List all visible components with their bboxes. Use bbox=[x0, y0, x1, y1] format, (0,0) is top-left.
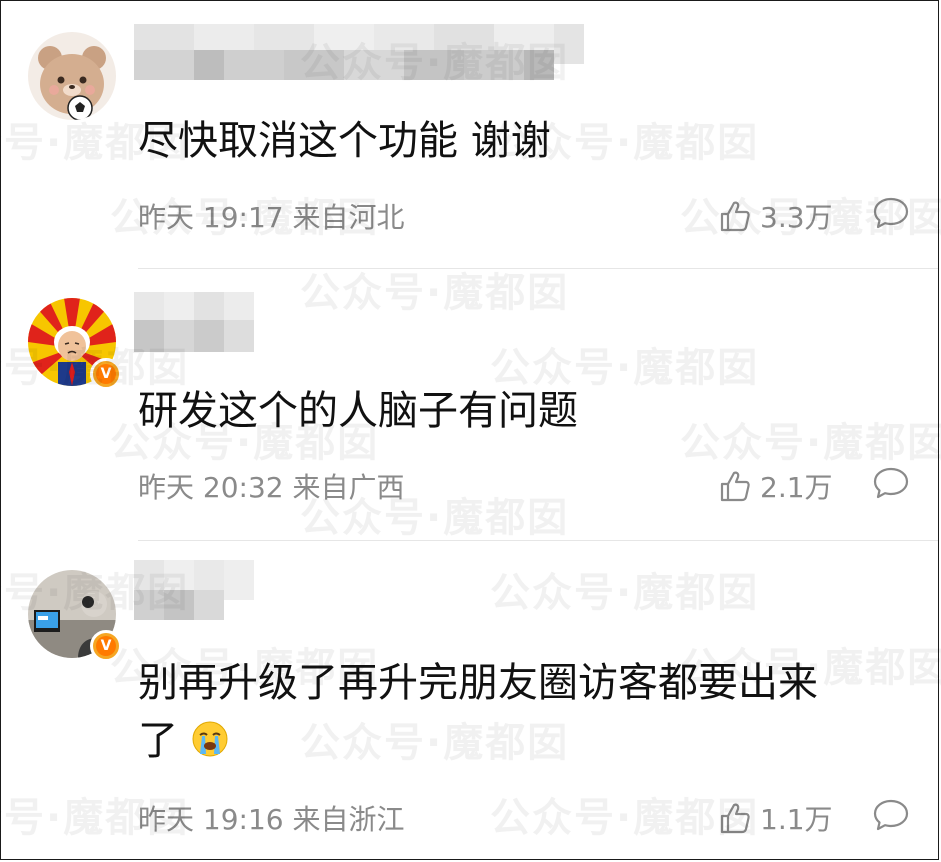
like-button[interactable]: 3.3万 bbox=[718, 196, 833, 236]
like-count: 2.1万 bbox=[760, 471, 833, 504]
thumbs-up-icon bbox=[720, 803, 750, 834]
comment-location: 来自广西 bbox=[292, 471, 405, 504]
bear-avatar-icon bbox=[28, 32, 116, 120]
verified-badge: V bbox=[90, 358, 122, 390]
comment-divider bbox=[138, 540, 938, 541]
comment-location: 来自河北 bbox=[292, 201, 405, 234]
like-button[interactable]: 1.1万 bbox=[718, 798, 833, 838]
comment-meta: 昨天 19:16 来自浙江 bbox=[138, 798, 405, 838]
comment-text: 研发这个的人脑子有问题 bbox=[138, 388, 578, 434]
thumbs-up-icon bbox=[720, 201, 750, 232]
comment-meta: 昨天 20:32 来自广西 bbox=[138, 466, 405, 506]
comment-bubble-icon[interactable] bbox=[872, 798, 910, 832]
comment-bubble-icon[interactable] bbox=[872, 466, 910, 500]
like-count: 1.1万 bbox=[760, 803, 833, 836]
comment-text: 尽快取消这个功能 谢谢 bbox=[138, 118, 551, 164]
comment-divider bbox=[138, 268, 938, 269]
avatar[interactable] bbox=[28, 32, 116, 120]
comment-text-line: 了 bbox=[138, 718, 178, 764]
like-button[interactable]: 2.1万 bbox=[718, 466, 833, 506]
comment-time: 昨天 19:17 bbox=[138, 201, 284, 234]
verified-v-badge-icon: V bbox=[96, 636, 116, 656]
comment-time: 昨天 20:32 bbox=[138, 471, 284, 504]
verified-v-badge-icon: V bbox=[96, 364, 116, 384]
thumbs-up-icon bbox=[720, 471, 750, 502]
comment-location: 来自浙江 bbox=[292, 803, 405, 836]
comment-text-line: 别再升级了再升完朋友圈访客都要出来 bbox=[138, 660, 818, 706]
comment-text: 别再升级了再升完朋友圈访客都要出来 了 bbox=[138, 654, 898, 770]
comment-bubble-icon[interactable] bbox=[872, 196, 910, 230]
crying-face-emoji bbox=[192, 721, 228, 757]
comment-meta: 昨天 19:17 来自河北 bbox=[138, 196, 405, 236]
comment-time: 昨天 19:16 bbox=[138, 803, 284, 836]
verified-badge: V bbox=[90, 630, 122, 662]
like-count: 3.3万 bbox=[760, 201, 833, 234]
